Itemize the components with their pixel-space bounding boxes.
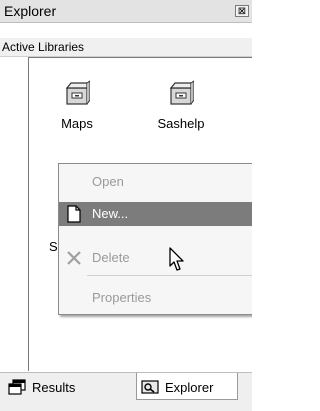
menu-item-properties[interactable]: Properties	[59, 286, 252, 310]
library-sashelp[interactable]: Sashelp	[146, 80, 216, 131]
library-maps[interactable]: Maps	[42, 80, 112, 131]
explorer-window: Explorer ⊠ Active Libraries Maps Sashelp…	[0, 0, 252, 411]
results-window-icon	[8, 379, 26, 395]
menu-item-label: New...	[92, 206, 129, 221]
active-libraries-label: Active Libraries	[2, 40, 85, 54]
bottom-tab-bar: Results Explorer	[0, 372, 252, 411]
file-cabinet-icon	[169, 80, 194, 105]
menu-separator	[87, 275, 252, 276]
window-title: Explorer	[4, 3, 57, 19]
tab-label: Results	[32, 380, 76, 395]
tab-results[interactable]: Results	[8, 377, 112, 399]
menu-item-open[interactable]: Open	[59, 170, 252, 194]
active-libraries-header: Active Libraries	[0, 38, 252, 57]
menu-item-label: Open	[92, 174, 124, 189]
library-label: Sashelp	[157, 116, 205, 131]
explorer-icon	[141, 380, 159, 394]
title-bar: Explorer ⊠	[0, 0, 252, 23]
menu-item-label: Delete	[92, 250, 130, 265]
library-label: Maps	[61, 116, 93, 131]
tab-label: Explorer	[165, 380, 214, 395]
menu-item-new[interactable]: New...	[59, 202, 252, 226]
partial-library-label: S	[49, 239, 58, 254]
context-menu: Open New... Delete Properties	[58, 163, 252, 315]
tab-explorer[interactable]: Explorer	[136, 373, 238, 400]
close-icon[interactable]: ⊠	[235, 5, 249, 17]
menu-item-label: Properties	[92, 290, 152, 305]
menu-item-delete[interactable]: Delete	[59, 246, 252, 270]
file-cabinet-icon	[65, 80, 90, 105]
delete-x-icon	[67, 251, 81, 265]
new-document-icon	[67, 205, 81, 223]
hand-cursor-icon	[169, 247, 184, 271]
